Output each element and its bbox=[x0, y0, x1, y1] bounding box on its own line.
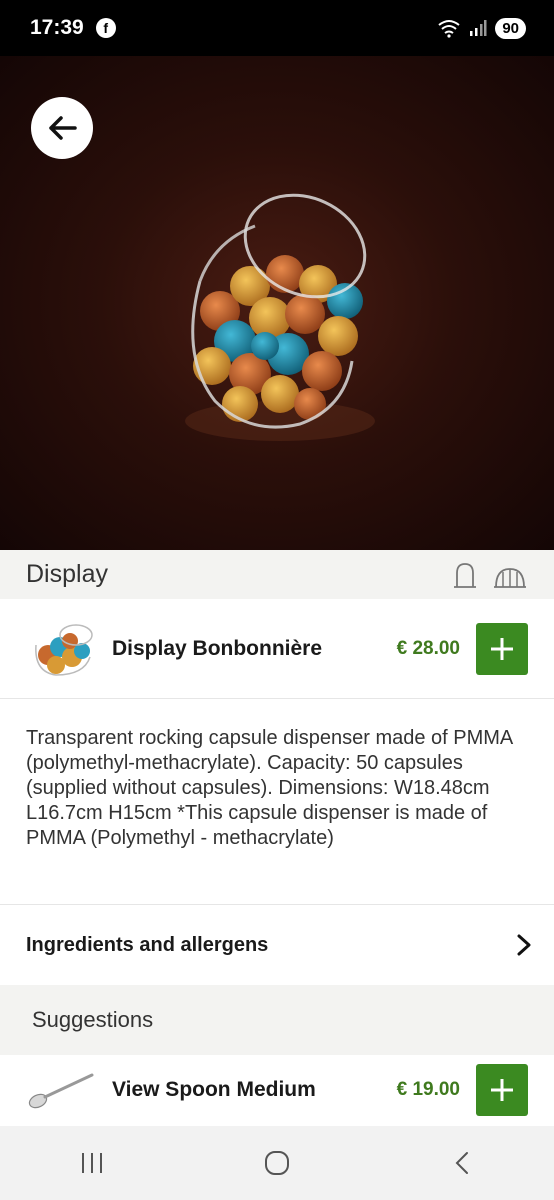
add-suggestion-button[interactable] bbox=[476, 1064, 528, 1116]
vertuo-machine-icon[interactable] bbox=[492, 561, 528, 589]
add-to-cart-button[interactable] bbox=[476, 622, 528, 675]
spoon-thumbnail bbox=[28, 1073, 94, 1109]
facebook-icon: f bbox=[95, 18, 116, 38]
recent-apps-button[interactable] bbox=[62, 1138, 122, 1188]
ingredients-allergens-row[interactable]: Ingredients and allergens bbox=[0, 905, 554, 985]
suggestion-name: View Spoon Medium bbox=[112, 1078, 316, 1101]
chevron-left-icon bbox=[455, 1152, 468, 1174]
original-machine-icon[interactable] bbox=[450, 561, 480, 589]
product-name: Display Bonbonnière bbox=[112, 636, 323, 660]
bonbonniere-illustration bbox=[185, 193, 375, 441]
product-thumbnail bbox=[35, 623, 93, 676]
section-header: Display bbox=[0, 550, 554, 599]
suggestions-title: Suggestions bbox=[32, 1007, 154, 1032]
header-icons bbox=[450, 561, 528, 589]
battery-indicator: 90 bbox=[495, 17, 526, 39]
signal-icon bbox=[470, 20, 487, 36]
ingredients-label: Ingredients and allergens bbox=[26, 933, 269, 956]
home-button[interactable] bbox=[247, 1138, 307, 1188]
wifi-icon bbox=[438, 20, 460, 38]
status-bar: 17:39 f 90 bbox=[0, 0, 554, 56]
product-description: Transparent rocking capsule dispenser ma… bbox=[0, 700, 554, 905]
plus-icon bbox=[491, 637, 513, 660]
product-price: € 28.00 bbox=[396, 637, 460, 659]
suggestions-header: Suggestions bbox=[0, 985, 554, 1055]
status-left: 17:39 f bbox=[30, 16, 116, 40]
suggestion-item: View Spoon Medium € 19.00 bbox=[0, 1055, 554, 1125]
status-time: 17:39 bbox=[30, 16, 84, 39]
home-icon bbox=[264, 1151, 289, 1175]
product-row: Display Bonbonnière € 28.00 bbox=[0, 599, 554, 699]
suggestion-price: € 19.00 bbox=[396, 1079, 460, 1100]
chevron-right-icon bbox=[517, 934, 531, 956]
system-nav-bar bbox=[0, 1126, 554, 1200]
plus-icon bbox=[491, 1079, 513, 1101]
status-right: 90 bbox=[437, 17, 526, 39]
system-back-button[interactable] bbox=[432, 1138, 492, 1188]
product-hero-image bbox=[0, 56, 554, 550]
section-title: Display bbox=[26, 560, 108, 588]
recent-apps-icon bbox=[82, 1153, 103, 1173]
